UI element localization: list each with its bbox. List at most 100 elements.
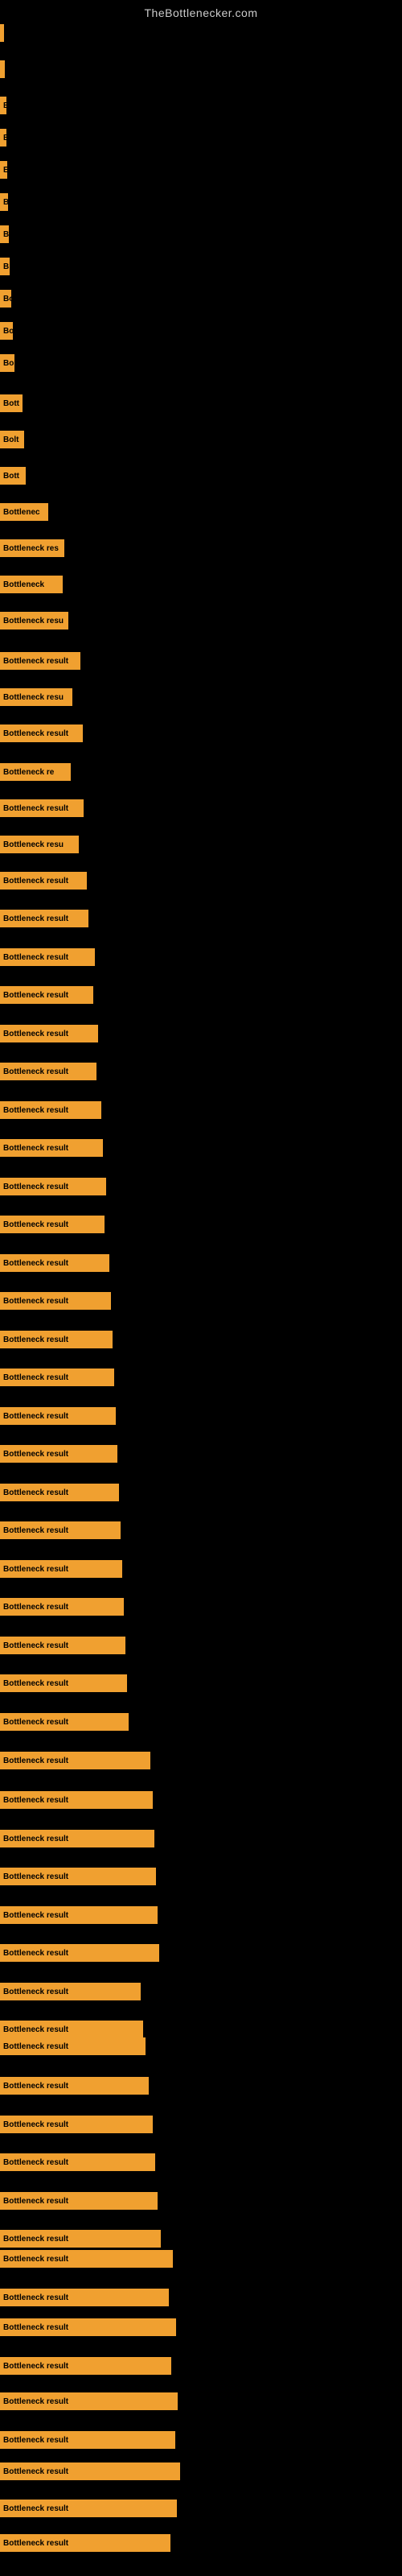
- bar-item: Bottleneck result: [0, 1637, 125, 1654]
- bar-item: Bottleneck result: [0, 2289, 169, 2306]
- bar-label: Bottleneck result: [3, 2504, 68, 2513]
- bar-item: Bottleneck result: [0, 2318, 176, 2336]
- bar-item: B: [0, 225, 9, 243]
- bar-label: Bottleneck result: [3, 877, 68, 886]
- chart-area: TheBottlenecker.com E E E B B B Bo Bo Bo Bott Bolt…: [0, 0, 402, 2576]
- bar-label: Bottleneck result: [3, 1144, 68, 1153]
- bar-label: Bottleneck result: [3, 1565, 68, 1574]
- bar-label: Bottleneck resu: [3, 693, 64, 702]
- bar-label: Bottleneck result: [3, 1030, 68, 1038]
- site-title: TheBottlenecker.com: [0, 0, 402, 26]
- bar-label: Bottleneck re: [3, 768, 54, 777]
- bar-item: Bottleneck result: [0, 1598, 124, 1616]
- bar-label: Bo: [3, 359, 14, 368]
- bar-item: Bottleneck result: [0, 1178, 106, 1195]
- bar-label: Bottleneck result: [3, 2293, 68, 2302]
- bar-label: Bottleneck result: [3, 1949, 68, 1958]
- bar-label: Bottleneck result: [3, 2323, 68, 2332]
- bar-item: Bottleneck result: [0, 652, 80, 670]
- bar-item: Bottleneck res: [0, 539, 64, 557]
- bar-item: E: [0, 161, 7, 179]
- bar-item: Bottleneck result: [0, 1983, 141, 2000]
- bar-item: Bottleneck result: [0, 1368, 114, 1386]
- bar-item: Bottleneck result: [0, 2116, 153, 2133]
- bar-item: Bottleneck resu: [0, 612, 68, 630]
- bar-label: Bottleneck result: [3, 1603, 68, 1612]
- bar-item: Bottleneck result: [0, 2153, 155, 2171]
- bar-label: Bottleneck: [3, 580, 44, 589]
- bar-item: Bottleneck result: [0, 799, 84, 817]
- bar-item: Bottleneck result: [0, 724, 83, 742]
- bar-item: Bottleneck result: [0, 1101, 101, 1119]
- bar-label: Bottleneck result: [3, 657, 68, 666]
- bar-label: Bottleneck result: [3, 953, 68, 962]
- bar-item: Bottleneck result: [0, 1906, 158, 1924]
- bar-label: Bottleneck result: [3, 2120, 68, 2129]
- bar-label: Bottleneck result: [3, 1412, 68, 1421]
- bar-label: Bottleneck result: [3, 1106, 68, 1115]
- bar-item: B: [0, 258, 10, 275]
- bar-item: Bottleneck result: [0, 1944, 159, 1962]
- bar-item: Bottleneck result: [0, 1407, 116, 1425]
- bar-item: Bottleneck result: [0, 2500, 177, 2517]
- bar-label: Bottleneck result: [3, 991, 68, 1000]
- bar-item: Bottleneck resu: [0, 688, 72, 706]
- bar-label: Bottleneck result: [3, 1259, 68, 1268]
- bar-label: Bottleneck result: [3, 2362, 68, 2371]
- bar-label: E: [3, 166, 7, 175]
- bar-label: Bottleneck result: [3, 1757, 68, 1765]
- bar-item: Bottleneck result: [0, 1791, 153, 1809]
- bar-label: Bottleneck result: [3, 1183, 68, 1191]
- bar-item: Bottleneck result: [0, 2250, 173, 2268]
- bar-label: Bottleneck result: [3, 1872, 68, 1881]
- bar-item: Bottleneck: [0, 576, 63, 593]
- bar-item: Bottleneck result: [0, 2230, 161, 2248]
- bar-item: Bottleneck result: [0, 1025, 98, 1042]
- bar-label: Bottleneck result: [3, 2197, 68, 2206]
- bar-item: Bott: [0, 467, 26, 485]
- bar-label: E: [3, 134, 6, 142]
- bar-label: Bottleneck result: [3, 1488, 68, 1497]
- bar-item: Bottleneck result: [0, 948, 95, 966]
- bar-item: Bottleneck resu: [0, 836, 79, 853]
- bar-item: Bottleneck result: [0, 2357, 171, 2375]
- bar-label: Bottleneck result: [3, 1641, 68, 1650]
- bar-label: Bo: [3, 327, 13, 336]
- bar-label: Bolt: [3, 436, 18, 444]
- bar-item: [0, 60, 5, 78]
- bar-label: Bottleneck result: [3, 2158, 68, 2167]
- bar-item: Bottleneck result: [0, 1445, 117, 1463]
- bar-item: Bottleneck result: [0, 1216, 105, 1233]
- bar-item: Bottleneck result: [0, 1484, 119, 1501]
- bar-label: Bottlenec: [3, 508, 40, 517]
- bar-item: B: [0, 193, 8, 211]
- bar-item: Bottleneck result: [0, 1292, 111, 1310]
- bar-label: Bottleneck result: [3, 1526, 68, 1535]
- bar-label: Bottleneck resu: [3, 617, 64, 625]
- bar-item: Bottleneck result: [0, 1521, 121, 1539]
- bar-item: Bottleneck result: [0, 2037, 146, 2055]
- bar-item: Bottleneck result: [0, 872, 87, 890]
- bar-item: Bott: [0, 394, 23, 412]
- bar-item: Bottleneck result: [0, 2534, 170, 2552]
- bar-label: B: [3, 230, 9, 239]
- bar-item: Bottleneck result: [0, 2077, 149, 2095]
- bar-label: Bo: [3, 295, 11, 303]
- bar-item: Bottleneck result: [0, 2431, 175, 2449]
- bar-item: Bo: [0, 322, 13, 340]
- bar-label: Bottleneck result: [3, 804, 68, 813]
- bar-label: Bottleneck result: [3, 1297, 68, 1306]
- bar-label: Bottleneck result: [3, 1911, 68, 1920]
- bar-label: Bottleneck result: [3, 2255, 68, 2264]
- bar-label: Bottleneck resu: [3, 840, 64, 849]
- bar-item: Bolt: [0, 431, 24, 448]
- bar-item: Bottleneck result: [0, 1254, 109, 1272]
- bar-label: Bottleneck result: [3, 2025, 68, 2034]
- bar-item: Bottleneck result: [0, 1331, 113, 1348]
- bar-label: Bottleneck result: [3, 1988, 68, 1996]
- bar-label: E: [3, 101, 6, 110]
- bar-item: E: [0, 129, 6, 147]
- bar-label: Bottleneck result: [3, 1679, 68, 1688]
- bar-label: Bottleneck result: [3, 2042, 68, 2051]
- bar-label: B: [3, 262, 9, 271]
